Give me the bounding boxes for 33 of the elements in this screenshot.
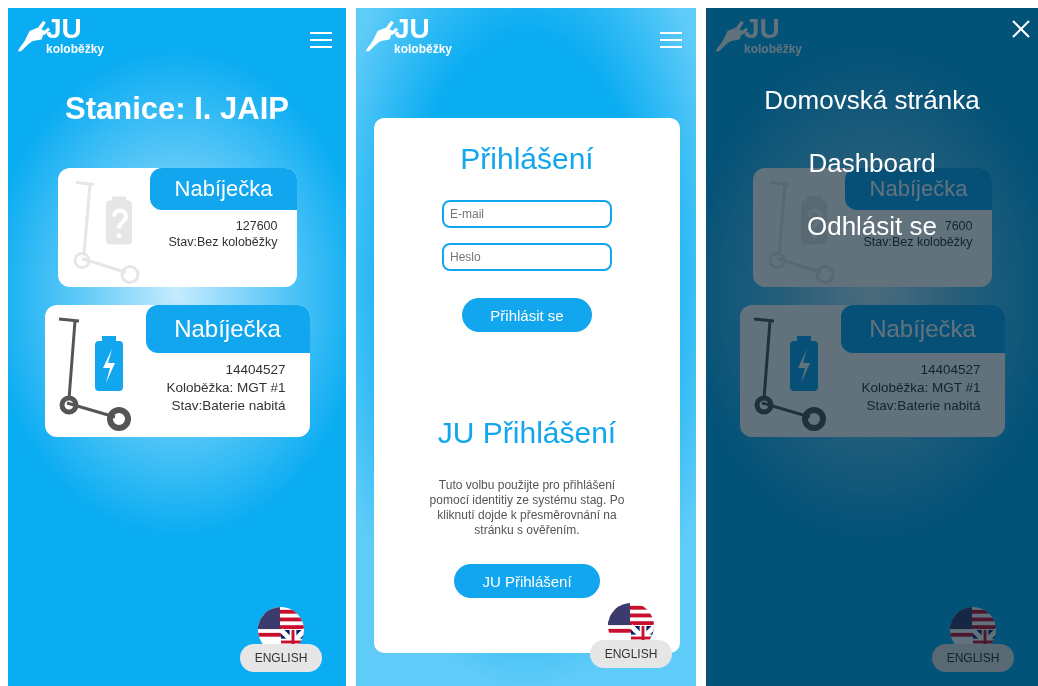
charger-card[interactable]: Nabíječka 127600 Stav:Bez koloběžky	[57, 168, 297, 287]
input-field[interactable]: Heslo	[442, 243, 612, 271]
charger-title: Nabíječka	[840, 305, 1005, 353]
charger-detail: 7600	[944, 218, 974, 234]
logo-subtitle: koloběžky	[394, 42, 453, 56]
language-button[interactable]: ENGLISH	[240, 644, 322, 672]
charger-title: Nabíječka	[149, 168, 297, 210]
charger-detail: Stav:Baterie nabitá	[171, 397, 287, 415]
menu-icon[interactable]	[660, 32, 682, 48]
menu-icon[interactable]	[310, 32, 332, 48]
logo-title: JU	[744, 16, 781, 42]
charger-detail: Stav:Bez koloběžky	[168, 234, 279, 250]
station-title: Stanice: I. JAIP	[65, 91, 289, 127]
menu-link[interactable]: Domovská stránka	[764, 85, 980, 115]
logo-title: JU	[394, 16, 431, 42]
charger-detail: Koloběžka: MGT #1	[861, 379, 982, 397]
sso-description: Tuto volbu použijte pro přihlášení pomocí identitiy ze systému stag. Po kliknutí dojde k přesměrovnání na stránku s ověřením.	[428, 478, 626, 538]
charger-detail: Koloběžka: MGT #1	[166, 379, 287, 397]
charger-detail: Stav:Baterie nabitá	[866, 397, 982, 415]
charger-title: Nabíječka	[145, 305, 310, 353]
logo-subtitle: koloběžky	[46, 42, 105, 56]
logo-subtitle: koloběžky	[744, 42, 803, 56]
charger-card[interactable]: Nabíječka 14404527 Koloběžka: MGT #1 Stav:Baterie nabitá	[44, 305, 310, 437]
input-field[interactable]: E-mail	[442, 200, 612, 228]
sso-title: JU Přihlášení	[437, 416, 617, 450]
charger-detail: 14404527	[225, 361, 287, 379]
logo-title: JU	[46, 16, 83, 42]
language-button[interactable]: ENGLISH	[590, 640, 672, 668]
charger-detail: Stav:Bez koloběžky	[863, 235, 974, 250]
login-title: Přihlášení	[460, 142, 594, 176]
charger-detail: 14404527	[920, 361, 982, 379]
close-icon[interactable]	[1012, 20, 1030, 38]
charger-detail: 127600	[235, 218, 279, 234]
